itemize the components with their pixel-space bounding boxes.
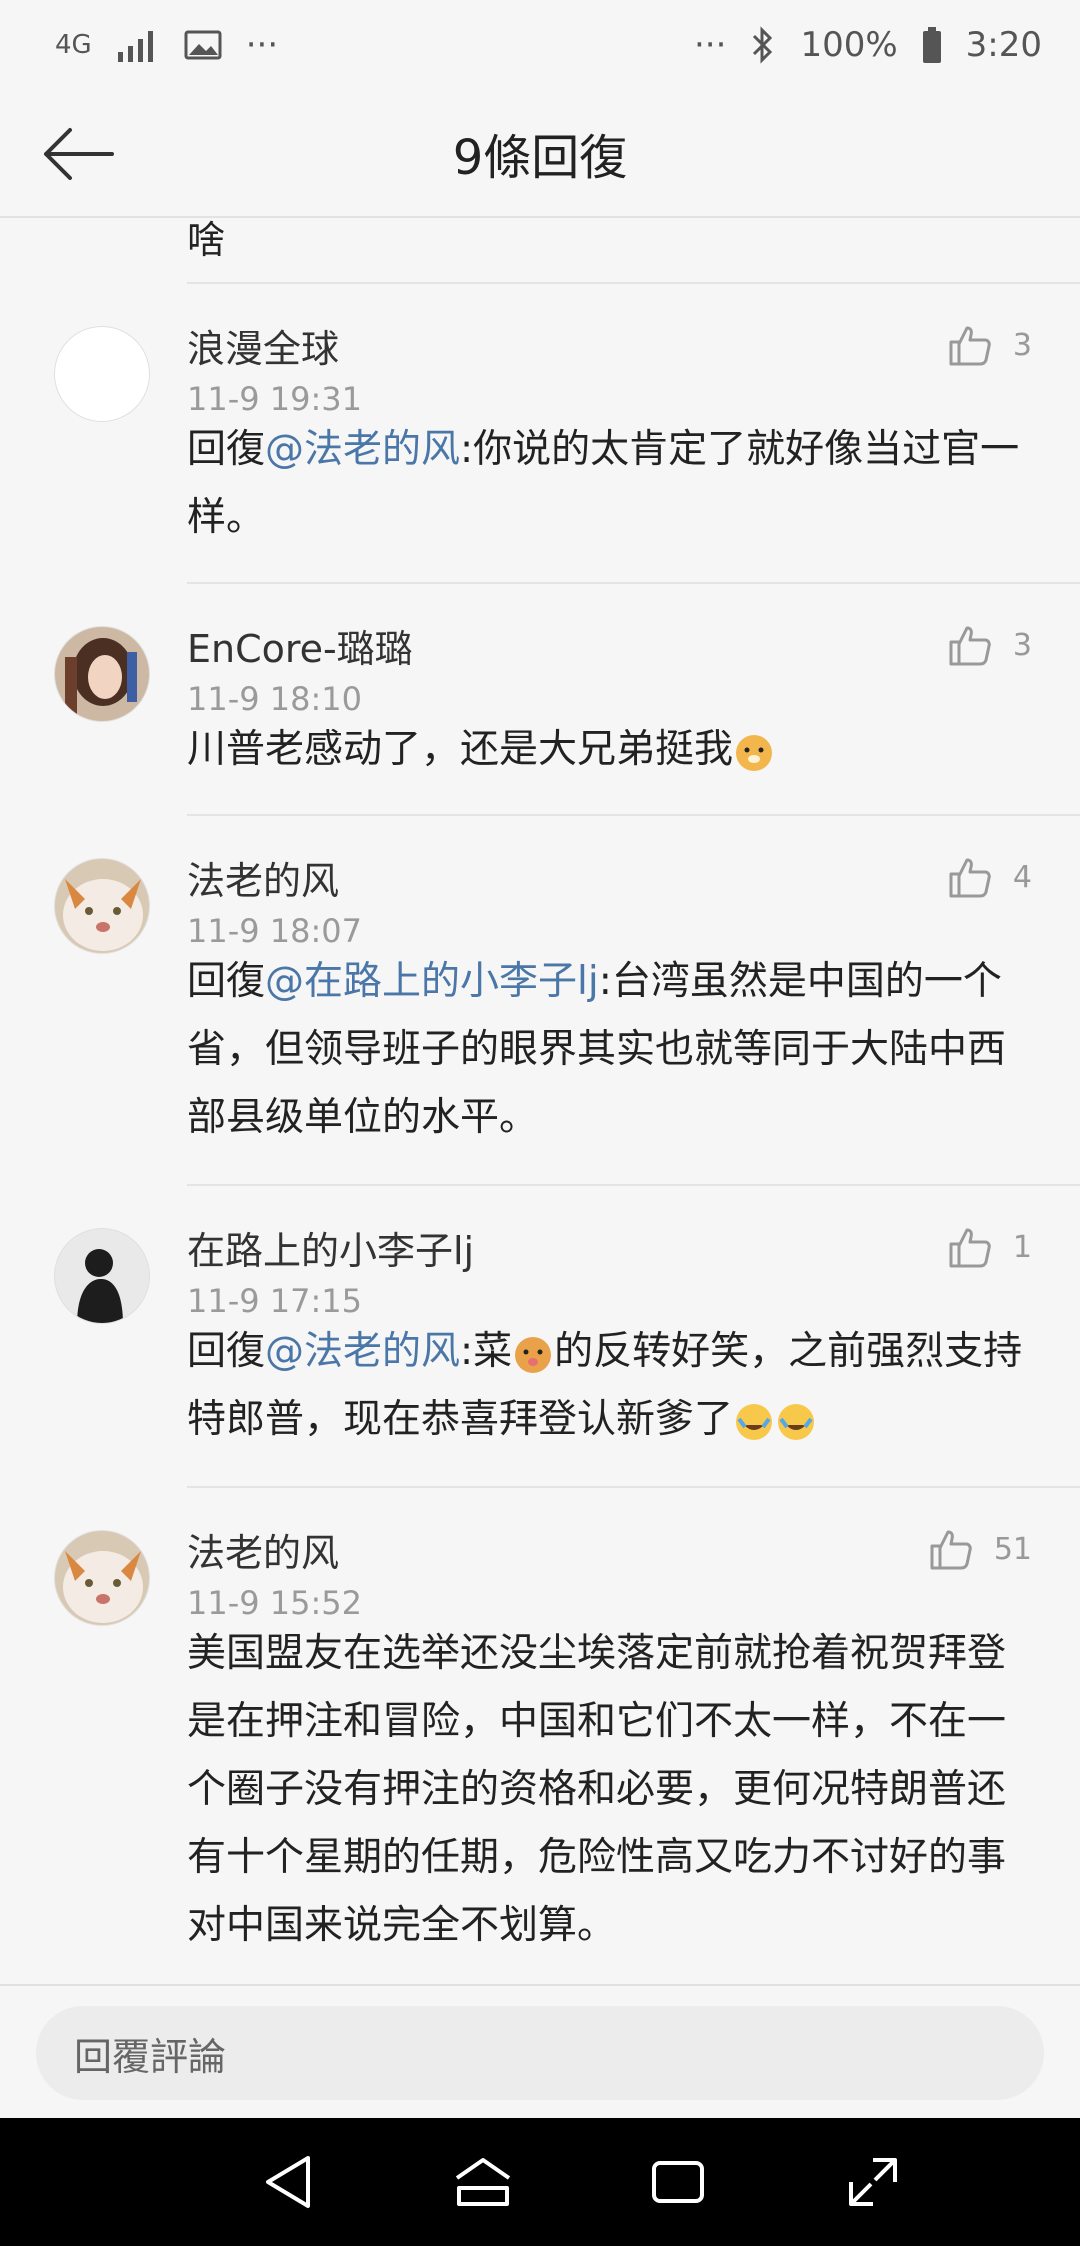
reply-prefix: 回復 xyxy=(187,1329,266,1374)
comment-list[interactable]: 啥 浪漫全球 11-9 19:31 3 回復@法老的风:你说的太肯定了就好像当过… xyxy=(0,218,1080,1984)
avatar[interactable] xyxy=(54,326,150,422)
mention-link[interactable]: @法老的风 xyxy=(265,427,460,472)
comment-time: 11-9 18:07 xyxy=(187,912,363,950)
comment-username[interactable]: 法老的风 xyxy=(187,850,339,905)
comment-body: 川普老感动了，还是大兄弟挺我 xyxy=(187,727,734,772)
mention-link[interactable]: @法老的风 xyxy=(265,1329,460,1374)
back-button[interactable] xyxy=(38,120,118,188)
partial-comment-text: 啥 xyxy=(187,218,226,262)
thumbs-up-icon xyxy=(949,1228,991,1268)
thumbs-up-icon xyxy=(949,326,991,366)
status-more-icon: ··· xyxy=(245,25,279,65)
comment-text: 回復@在路上的小李子lj:台湾虽然是中国的一个省，但领导班子的眼界其实也就等同于… xyxy=(187,948,1042,1152)
like-button[interactable]: 3 xyxy=(945,620,1032,670)
nav-home-icon xyxy=(455,2158,510,2206)
comment-text: 美国盟友在选举还没尘埃落定前就抢着祝贺拜登是在押注和冒险，中国和它们不太一样，不… xyxy=(187,1620,1042,1960)
comment-username[interactable]: 法老的风 xyxy=(187,1522,339,1577)
like-count: 1 xyxy=(1012,1229,1032,1265)
reply-input[interactable]: 回覆評論 xyxy=(36,2006,1044,2100)
nav-recents-button[interactable] xyxy=(638,2142,718,2222)
like-count: 4 xyxy=(1012,859,1032,895)
thumbs-up-icon xyxy=(949,626,991,666)
comment-item[interactable]: 浪漫全球 11-9 19:31 3 回復@法老的风:你说的太肯定了就好像当过官一… xyxy=(0,284,1080,584)
status-right: ··· 100% 3:20 xyxy=(694,25,1042,65)
comment-time: 11-9 17:15 xyxy=(187,1282,363,1320)
thumbs-up-icon xyxy=(930,1530,972,1570)
partial-comment: 啥 xyxy=(187,218,1080,284)
avatar[interactable] xyxy=(54,626,150,722)
like-button[interactable]: 4 xyxy=(945,852,1032,902)
header: 9條回復 xyxy=(0,90,1080,218)
like-button[interactable]: 51 xyxy=(926,1524,1032,1574)
avatar[interactable] xyxy=(54,1530,150,1626)
clock: 3:20 xyxy=(965,25,1042,65)
battery-icon xyxy=(922,27,941,63)
comment-time: 11-9 19:31 xyxy=(187,380,363,418)
expand-icon xyxy=(848,2158,897,2206)
image-icon xyxy=(184,30,222,60)
dog-emoji-icon xyxy=(515,1336,552,1373)
signal-icon xyxy=(117,31,153,62)
comment-item[interactable]: 在路上的小李子lj 11-9 17:15 1 回復@法老的风:菜 的反转好笑，之前… xyxy=(0,1186,1080,1488)
laugh-cry-emoji-icon xyxy=(778,1403,815,1440)
comment-time: 11-9 18:10 xyxy=(187,680,363,718)
nav-recents-icon xyxy=(651,2161,704,2203)
avatar-silhouette-icon xyxy=(55,1229,149,1323)
status-left: 4G ··· xyxy=(55,25,278,65)
thumbs-up-icon xyxy=(949,858,991,898)
avatar[interactable] xyxy=(54,1228,150,1324)
like-button[interactable]: 3 xyxy=(945,320,1032,370)
avatar-cat-icon xyxy=(55,859,149,953)
comment-text: 回復@法老的风:你说的太肯定了就好像当过官一样。 xyxy=(187,416,1042,552)
like-count: 3 xyxy=(1012,327,1032,363)
reply-prefix: 回復 xyxy=(187,427,266,472)
avatar-girl-icon xyxy=(55,627,149,721)
reply-bar: 回覆評論 xyxy=(0,1984,1080,2118)
page-title: 9條回復 xyxy=(452,130,628,186)
comment-body: 美国盟友在选举还没尘埃落定前就抢着祝贺拜登是在押注和冒险，中国和它们不太一样，不… xyxy=(187,1631,1007,1948)
reply-prefix: 回復 xyxy=(187,959,266,1004)
like-count: 51 xyxy=(993,1531,1032,1567)
comment-text: 川普老感动了，还是大兄弟挺我 xyxy=(187,716,1042,784)
network-indicator: 4G xyxy=(55,30,92,60)
avatar[interactable] xyxy=(54,858,150,954)
comment-item[interactable]: EnCore-璐璐 11-9 18:10 3 川普老感动了，还是大兄弟挺我 xyxy=(0,584,1080,816)
system-navbar xyxy=(0,2118,1080,2246)
avatar-cat-icon xyxy=(55,1531,149,1625)
like-count: 3 xyxy=(1012,627,1032,663)
nav-back-button[interactable] xyxy=(248,2142,328,2222)
comment-item[interactable]: 法老的风 11-9 18:07 4 回復@在路上的小李子lj:台湾虽然是中国的一… xyxy=(0,816,1080,1186)
nav-back-icon xyxy=(265,2156,310,2208)
nav-expand-button[interactable] xyxy=(833,2142,913,2222)
comment-item[interactable]: 法老的风 11-9 15:52 51 美国盟友在选举还没尘埃落定前就抢着祝贺拜登… xyxy=(0,1488,1080,1984)
laugh-cry-emoji-icon xyxy=(736,1403,773,1440)
bluetooth-icon xyxy=(753,26,773,64)
comment-username[interactable]: 浪漫全球 xyxy=(187,318,339,373)
status-overflow-icon: ··· xyxy=(694,25,727,65)
like-button[interactable]: 1 xyxy=(945,1222,1032,1272)
status-bar: 4G ··· ··· 100% 3:20 xyxy=(0,0,1080,90)
doge-emoji-icon xyxy=(736,734,773,771)
comment-body: :菜 xyxy=(460,1329,513,1374)
battery-percent: 100% xyxy=(800,25,898,65)
back-arrow-icon xyxy=(44,128,114,180)
comment-username[interactable]: 在路上的小李子lj xyxy=(187,1220,474,1275)
comment-time: 11-9 15:52 xyxy=(187,1584,363,1622)
comment-username[interactable]: EnCore-璐璐 xyxy=(187,618,413,673)
mention-link[interactable]: @在路上的小李子lj xyxy=(265,959,599,1004)
nav-home-button[interactable] xyxy=(443,2142,523,2222)
comment-text: 回復@法老的风:菜 的反转好笑，之前强烈支持特郎普，现在恭喜拜登认新爹了 xyxy=(187,1318,1042,1454)
